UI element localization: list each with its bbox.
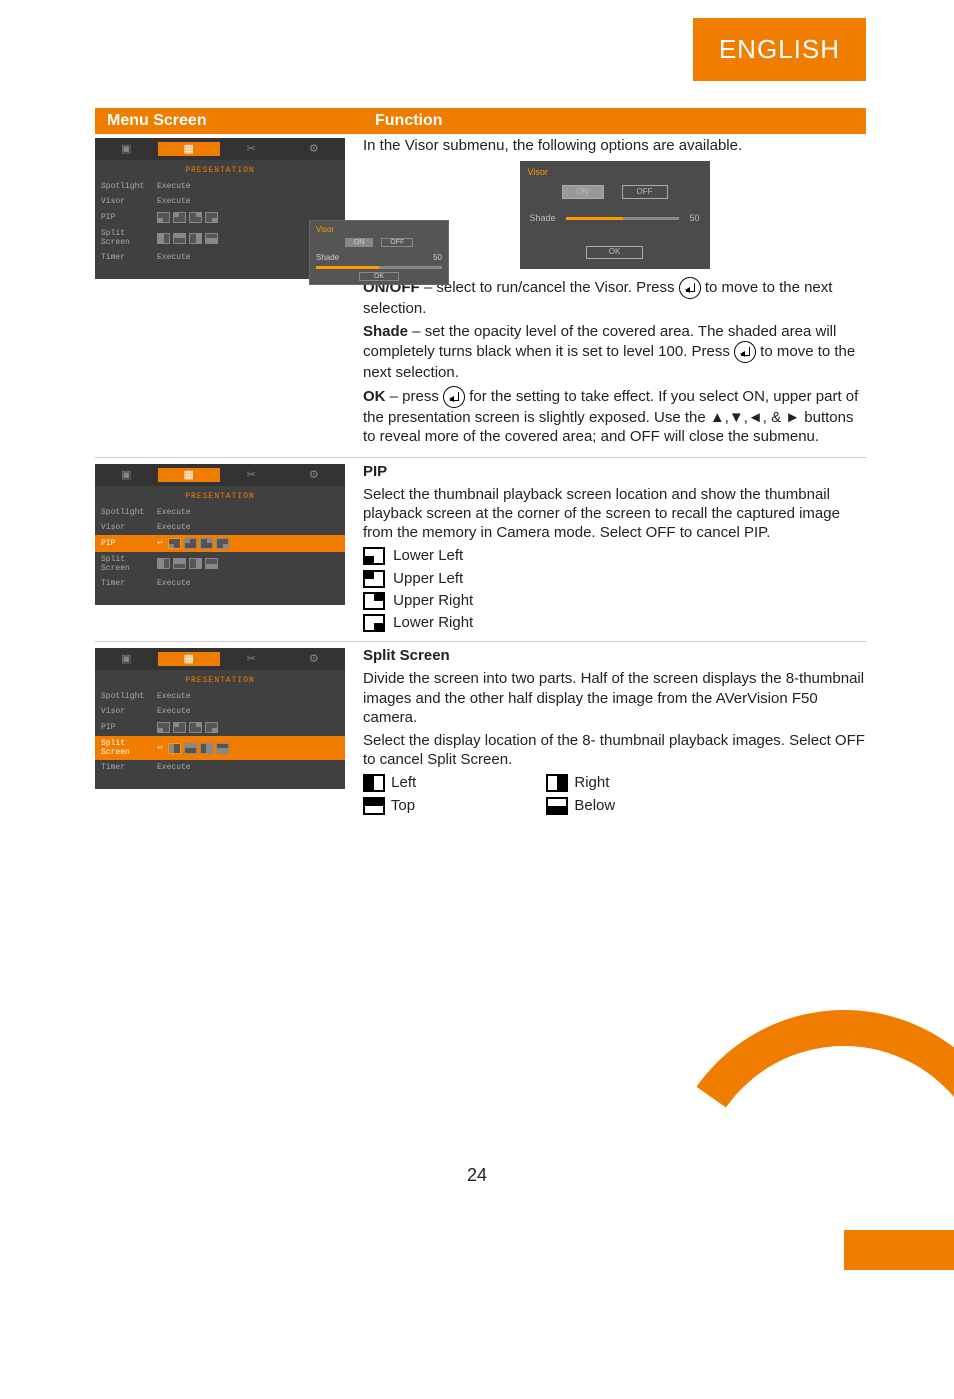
osd-tab-image-icon: ▣ <box>95 142 158 156</box>
pip-option-boxes <box>168 538 229 549</box>
row-visor: ▣ ▦ ✂ ⚙ PRESENTATION SpotlightExecute Vi… <box>95 134 866 458</box>
osd-tab-settings-icon: ⚙ <box>283 142 346 156</box>
osd-tab-image-icon: ▣ <box>95 468 158 482</box>
osd-tab-tools-icon: ✂ <box>220 468 283 482</box>
table-header-row: Menu Screen Function <box>95 108 866 134</box>
visor-intro: In the Visor submenu, the following opti… <box>363 136 866 155</box>
osd-value-execute: Execute <box>157 197 191 206</box>
osd-thumbnail-visor: ▣ ▦ ✂ ⚙ PRESENTATION SpotlightExecute Vi… <box>95 138 345 279</box>
pip-upper-left: Upper Left <box>363 569 866 588</box>
enter-icon <box>679 277 701 299</box>
split-option-boxes <box>168 743 229 754</box>
split-below: Below <box>546 796 615 815</box>
osd-item-split: Split Screen <box>101 229 157 247</box>
header-function: Function <box>375 112 443 130</box>
split-description-2: Select the display location of the 8- th… <box>363 731 866 769</box>
decorative-fill <box>844 1230 954 1270</box>
osd-item-pip: PIP <box>101 723 157 732</box>
osd-tab-presentation-icon: ▦ <box>158 468 221 482</box>
osd-value-execute: Execute <box>157 763 191 772</box>
pip-option-boxes <box>157 722 218 733</box>
osd-thumbnail-split: ▣ ▦ ✂ ⚙ PRESENTATION SpotlightExecute Vi… <box>95 648 345 789</box>
visor-submenu-large: Visor ON OFF Shade 50 OK <box>520 161 710 269</box>
osd-tab-tools-icon: ✂ <box>220 652 283 666</box>
popup-shade-value: 50 <box>433 253 442 262</box>
osd-item-timer: Timer <box>101 579 157 588</box>
visor-sub-off: OFF <box>622 185 668 199</box>
osd-item-spotlight: Spotlight <box>101 182 157 191</box>
split-option-boxes <box>157 233 218 244</box>
osd-value-execute: Execute <box>157 579 191 588</box>
visor-ok-text: OK – press for the setting to take effec… <box>363 386 866 446</box>
popup-off-button: OFF <box>381 238 413 247</box>
enter-icon <box>443 386 465 408</box>
visor-sub-title: Visor <box>520 167 710 179</box>
visor-sub-shade-label: Shade <box>530 213 556 225</box>
return-icon: ↵ <box>157 743 164 753</box>
osd-tab-settings-icon: ⚙ <box>283 652 346 666</box>
osd-item-pip: PIP <box>101 213 157 222</box>
osd-item-spotlight: Spotlight <box>101 692 157 701</box>
osd-tab-image-icon: ▣ <box>95 652 158 666</box>
osd-item-pip-selected: PIP <box>101 539 157 548</box>
popup-title: Visor <box>316 225 442 234</box>
language-tab: ENGLISH <box>693 18 866 81</box>
pip-lower-left: Lower Left <box>363 546 866 565</box>
osd-value-execute: Execute <box>157 692 191 701</box>
osd-item-spotlight: Spotlight <box>101 508 157 517</box>
osd-value-execute: Execute <box>157 523 191 532</box>
decorative-arc <box>635 981 954 1398</box>
osd-value-execute: Execute <box>157 182 191 191</box>
row-pip: ▣ ▦ ✂ ⚙ PRESENTATION SpotlightExecute Vi… <box>95 460 866 643</box>
osd-value-execute: Execute <box>157 508 191 517</box>
return-icon: ↵ <box>157 538 164 548</box>
osd-section-title: PRESENTATION <box>95 670 345 689</box>
split-left: Left <box>363 773 416 792</box>
split-option-boxes <box>157 558 218 569</box>
visor-popup-small: Visor ON OFF Shade 50 OK <box>309 220 449 285</box>
visor-sub-ok: OK <box>586 246 644 258</box>
osd-thumbnail-pip: ▣ ▦ ✂ ⚙ PRESENTATION SpotlightExecute Vi… <box>95 464 345 605</box>
osd-item-timer: Timer <box>101 763 157 772</box>
osd-section-title: PRESENTATION <box>95 160 345 179</box>
visor-sub-shade-value: 50 <box>689 213 699 225</box>
osd-tab-presentation-icon: ▦ <box>158 142 221 156</box>
split-right: Right <box>546 773 615 792</box>
pip-description: Select the thumbnail playback screen loc… <box>363 485 866 543</box>
pip-option-boxes <box>157 212 218 223</box>
visor-sub-on: ON <box>562 185 604 199</box>
osd-tab-tools-icon: ✂ <box>220 142 283 156</box>
osd-item-timer: Timer <box>101 253 157 262</box>
split-top: Top <box>363 796 416 815</box>
osd-item-split: Split Screen <box>101 555 157 573</box>
visor-shade-text: Shade – set the opacity level of the cov… <box>363 322 866 382</box>
osd-section-title: PRESENTATION <box>95 486 345 505</box>
osd-item-visor: Visor <box>101 523 157 532</box>
enter-icon <box>734 341 756 363</box>
pip-title: PIP <box>363 462 866 481</box>
osd-item-split-selected: Split Screen <box>101 739 157 757</box>
popup-shade-label: Shade <box>316 253 339 262</box>
osd-value-execute: Execute <box>157 253 191 262</box>
osd-tab-presentation-icon: ▦ <box>158 652 221 666</box>
popup-on-button: ON <box>345 238 374 247</box>
osd-item-visor: Visor <box>101 707 157 716</box>
osd-value-execute: Execute <box>157 707 191 716</box>
pip-upper-right: Upper Right <box>363 591 866 610</box>
osd-item-visor: Visor <box>101 197 157 206</box>
split-title: Split Screen <box>363 646 866 665</box>
pip-lower-right: Lower Right <box>363 613 866 632</box>
popup-ok-button: OK <box>359 272 399 281</box>
split-description-1: Divide the screen into two parts. Half o… <box>363 669 866 727</box>
row-split: ▣ ▦ ✂ ⚙ PRESENTATION SpotlightExecute Vi… <box>95 644 866 822</box>
osd-tab-settings-icon: ⚙ <box>283 468 346 482</box>
header-menu-screen: Menu Screen <box>107 112 375 130</box>
page-content: Menu Screen Function ▣ ▦ ✂ ⚙ PRESENTATIO… <box>95 108 866 824</box>
